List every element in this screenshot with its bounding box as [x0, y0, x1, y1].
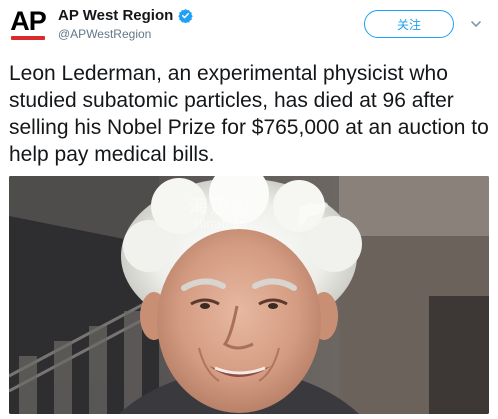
verified-badge-icon: [178, 8, 194, 23]
tweet-text: Leon Lederman, an experimental physicist…: [9, 62, 489, 166]
tweet-card: AP AP West Region @APWestRegion 关注 Leon …: [0, 0, 498, 419]
avatar[interactable]: AP: [8, 6, 48, 46]
tweet-photo[interactable]: 海那边 Hinabian: [9, 176, 489, 414]
chevron-down-icon[interactable]: [470, 18, 482, 30]
user-name-row: AP West Region: [58, 7, 194, 24]
account-name[interactable]: AP West Region: [58, 7, 173, 24]
watermark-cn: 海那边: [189, 196, 253, 218]
ap-logo-text: AP: [10, 6, 47, 36]
ap-logo-bar: [11, 36, 45, 40]
account-handle[interactable]: @APWestRegion: [58, 27, 151, 41]
watermark: 海那边 Hinabian: [189, 192, 252, 231]
follow-button[interactable]: 关注: [364, 10, 454, 38]
watermark-en: Hinabian: [193, 217, 248, 231]
